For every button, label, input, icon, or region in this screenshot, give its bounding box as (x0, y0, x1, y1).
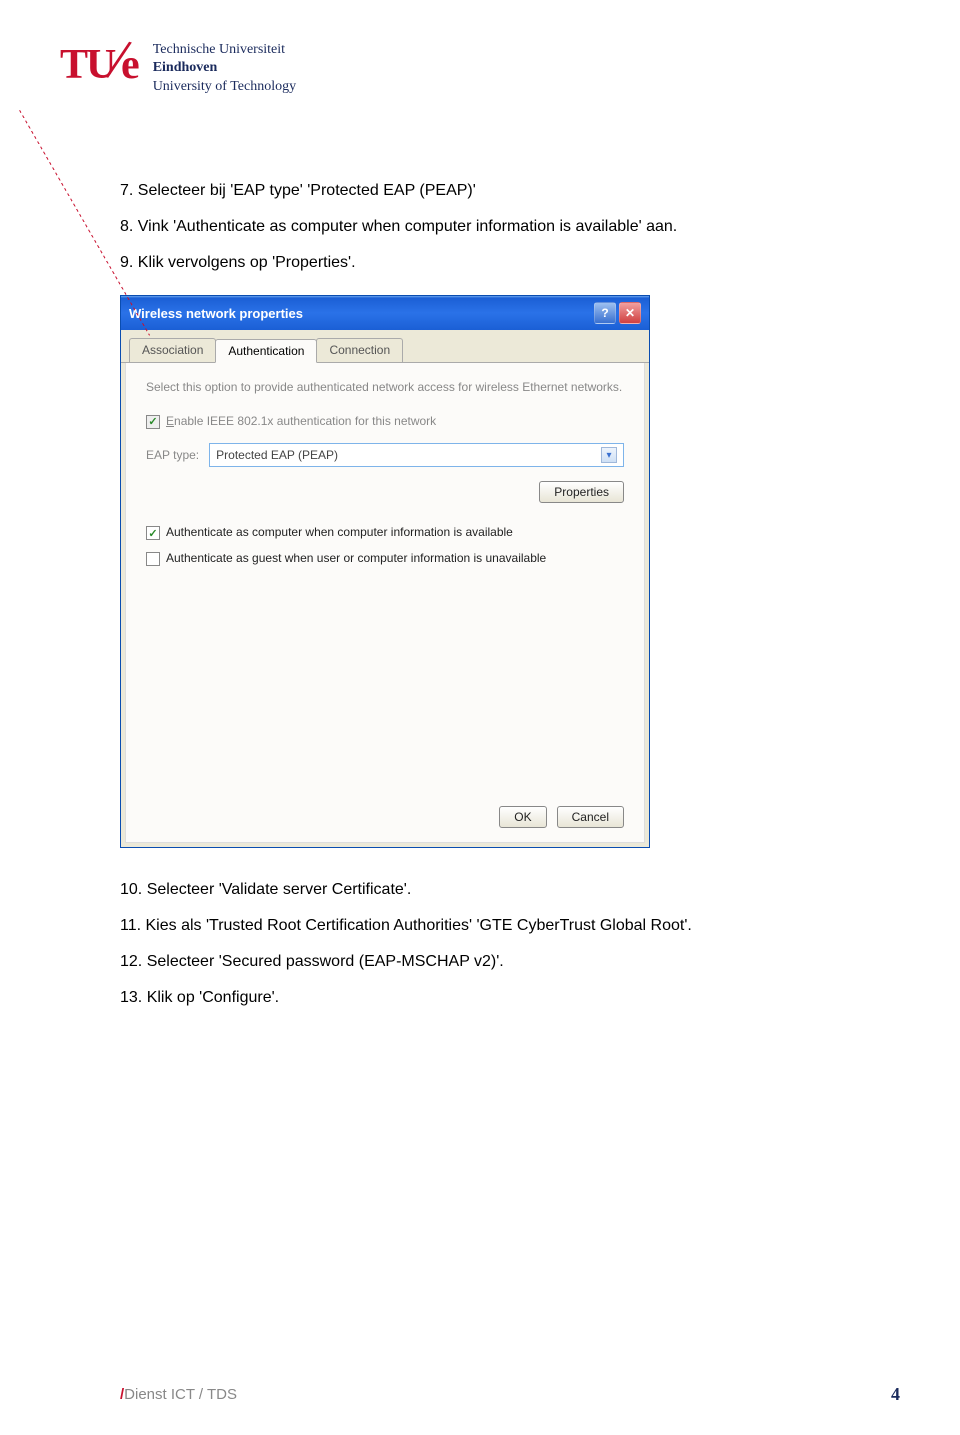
tab-connection[interactable]: Connection (316, 338, 403, 362)
step-9: 9. Klik vervolgens op 'Properties'. (120, 251, 780, 275)
step-7: 7. Selecteer bij 'EAP type' 'Protected E… (120, 179, 780, 203)
properties-button[interactable]: Properties (539, 481, 624, 503)
ok-button[interactable]: OK (499, 806, 546, 828)
logo-line2: Eindhoven (153, 59, 296, 77)
eap-type-value: Protected EAP (PEAP) (216, 448, 338, 462)
step-11: 11. Kies als 'Trusted Root Certification… (120, 914, 780, 938)
tab-association[interactable]: Association (129, 338, 216, 362)
document-body: 7. Selecteer bij 'EAP type' 'Protected E… (0, 99, 780, 1010)
chevron-down-icon: ▾ (601, 447, 617, 463)
auth-as-computer-label: Authenticate as computer when computer i… (166, 525, 513, 541)
enable-8021x-checkbox[interactable] (146, 415, 160, 429)
auth-as-computer-checkbox[interactable] (146, 526, 160, 540)
eap-type-label: EAP type: (146, 448, 199, 462)
tue-logo: TU / e Technische Universiteit Eindhoven… (60, 30, 296, 99)
dialog-body: Select this option to provide authentica… (125, 363, 645, 843)
help-icon: ? (601, 306, 608, 320)
step-12: 12. Selecteer 'Secured password (EAP-MSC… (120, 950, 780, 974)
footer-text: Dienst ICT / TDS (124, 1386, 237, 1403)
auth-as-guest-label: Authenticate as guest when user or compu… (166, 551, 546, 567)
logo-line1: Technische Universiteit (153, 41, 296, 59)
auth-as-guest-checkbox[interactable] (146, 552, 160, 566)
dialog-titlebar: Wireless network properties ? ✕ (121, 296, 649, 330)
close-icon: ✕ (625, 306, 635, 320)
eap-type-select[interactable]: Protected EAP (PEAP) ▾ (209, 443, 624, 467)
document-header: TU / e Technische Universiteit Eindhoven… (0, 0, 960, 99)
logo-subtitle: Technische Universiteit Eindhoven Univer… (153, 41, 296, 96)
wireless-properties-dialog: Wireless network properties ? ✕ Associat… (120, 295, 650, 848)
page-number: 4 (891, 1384, 900, 1405)
document-footer: /Dienst ICT / TDS 4 (120, 1384, 900, 1405)
logo-line3: University of Technology (153, 78, 296, 96)
tab-authentication[interactable]: Authentication (215, 339, 317, 363)
step-13: 13. Klik op 'Configure'. (120, 986, 780, 1010)
step-8: 8. Vink 'Authenticate as computer when c… (120, 215, 780, 239)
dialog-tabs: Association Authentication Connection (121, 330, 649, 363)
dialog-instruction: Select this option to provide authentica… (146, 379, 624, 396)
cancel-button[interactable]: Cancel (557, 806, 624, 828)
dialog-title: Wireless network properties (129, 306, 303, 321)
help-button[interactable]: ? (594, 302, 616, 324)
step-10: 10. Selecteer 'Validate server Certifica… (120, 878, 780, 902)
close-button[interactable]: ✕ (619, 302, 641, 324)
enable-8021x-label: Enable IEEE 802.1x authentication for th… (166, 414, 436, 430)
